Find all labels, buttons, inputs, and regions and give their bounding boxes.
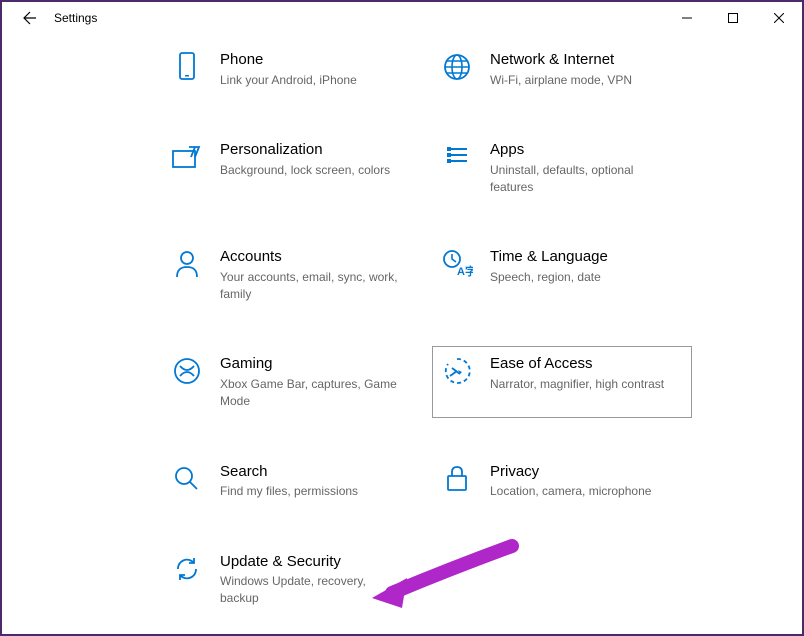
category-time-language[interactable]: A字 Time & Language Speech, region, date	[432, 239, 692, 310]
category-title: Phone	[220, 50, 357, 70]
category-desc: Windows Update, recovery, backup	[220, 573, 400, 607]
gaming-icon	[170, 354, 204, 388]
search-icon	[170, 462, 204, 496]
update-icon	[170, 552, 204, 586]
category-desc: Your accounts, email, sync, work, family	[220, 269, 400, 303]
category-desc: Link your Android, iPhone	[220, 72, 357, 89]
category-gaming[interactable]: GamingXbox Game Bar, captures, Game Mode	[162, 346, 422, 417]
category-grid: Phone Link your Android, iPhone Network &…	[162, 42, 762, 615]
category-title: Apps	[490, 140, 670, 160]
titlebar: Settings	[2, 2, 802, 34]
lock-icon	[440, 462, 474, 496]
category-desc: Speech, region, date	[490, 269, 608, 286]
time-language-icon: A字	[440, 247, 474, 281]
person-icon	[170, 247, 204, 281]
category-search[interactable]: SearchFind my files, permissions	[162, 454, 422, 508]
apps-icon	[440, 140, 474, 174]
category-accounts[interactable]: AccountsYour accounts, email, sync, work…	[162, 239, 422, 310]
category-desc: Location, camera, microphone	[490, 483, 651, 500]
category-personalization[interactable]: Personalization Background, lock screen, …	[162, 132, 422, 203]
category-apps[interactable]: AppsUninstall, defaults, optional featur…	[432, 132, 692, 203]
category-desc: Narrator, magnifier, high contrast	[490, 376, 664, 393]
back-button[interactable]	[10, 2, 50, 34]
close-icon	[774, 13, 784, 23]
settings-content: Phone Link your Android, iPhone Network &…	[2, 34, 802, 635]
category-title: Update & Security	[220, 552, 400, 572]
back-arrow-icon	[22, 10, 38, 26]
minimize-button[interactable]	[664, 2, 710, 34]
category-desc: Wi-Fi, airplane mode, VPN	[490, 72, 632, 89]
category-title: Time & Language	[490, 247, 608, 267]
category-ease-of-access[interactable]: Ease of Access Narrator, magnifier, high …	[432, 346, 692, 417]
category-network[interactable]: Network & Internet Wi-Fi, airplane mode, …	[432, 42, 692, 96]
category-desc: Background, lock screen, colors	[220, 162, 390, 179]
minimize-icon	[682, 13, 692, 23]
close-button[interactable]	[756, 2, 802, 34]
maximize-button[interactable]	[710, 2, 756, 34]
category-title: Ease of Access	[490, 354, 664, 374]
category-phone[interactable]: Phone Link your Android, iPhone	[162, 42, 422, 96]
phone-icon	[170, 50, 204, 84]
category-update-security[interactable]: Update & SecurityWindows Update, recover…	[162, 544, 422, 615]
window-controls	[664, 2, 802, 34]
category-title: Gaming	[220, 354, 400, 374]
category-title: Network & Internet	[490, 50, 632, 70]
category-desc: Xbox Game Bar, captures, Game Mode	[220, 376, 400, 410]
category-title: Privacy	[490, 462, 651, 482]
category-title: Accounts	[220, 247, 400, 267]
category-privacy[interactable]: PrivacyLocation, camera, microphone	[432, 454, 692, 508]
category-title: Search	[220, 462, 358, 482]
personalization-icon	[170, 140, 204, 174]
category-title: Personalization	[220, 140, 390, 160]
category-desc: Find my files, permissions	[220, 483, 358, 500]
category-desc: Uninstall, defaults, optional features	[490, 162, 670, 196]
window-title: Settings	[54, 11, 97, 25]
globe-icon	[440, 50, 474, 84]
ease-of-access-icon	[440, 354, 474, 388]
maximize-icon	[728, 13, 738, 23]
svg-text:A字: A字	[457, 264, 473, 278]
